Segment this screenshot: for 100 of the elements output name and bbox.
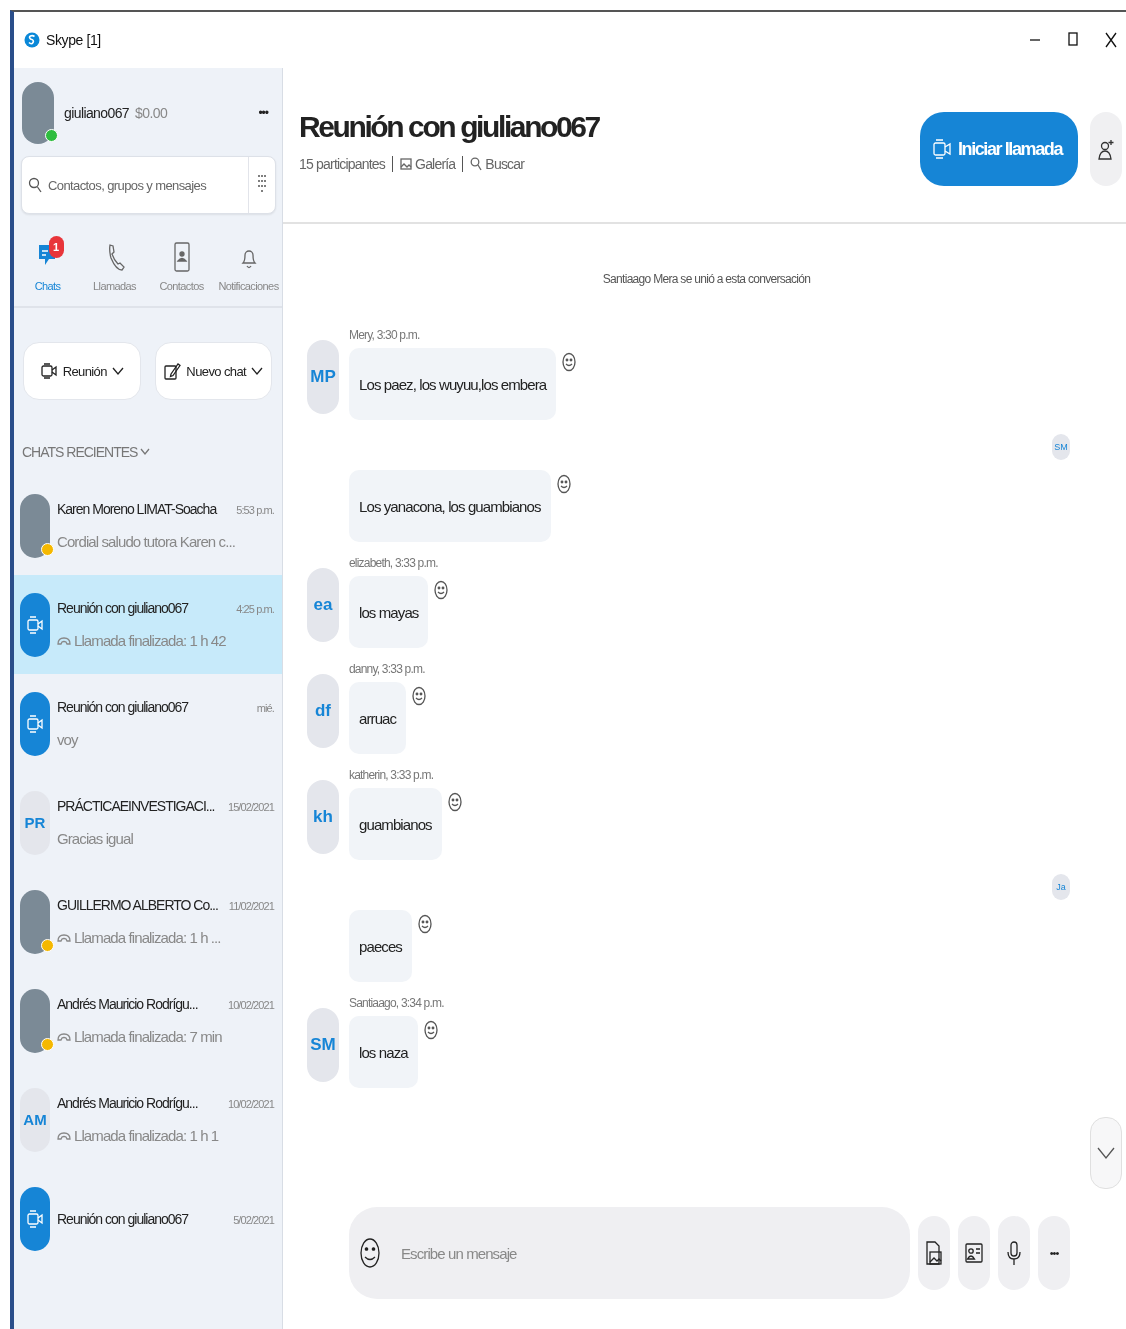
sender-avatar: MP (307, 340, 339, 414)
message-meta: elizabeth, 3:33 p.m. (349, 556, 439, 570)
chevron-down-icon (251, 366, 264, 376)
message-meta: Santiaago, 3:34 p.m. (349, 996, 444, 1010)
message-input-field[interactable]: Escribe un mensaje (399, 1243, 910, 1263)
chat-list-item[interactable]: Reunión con giuliano067 4:25 p.m. Llamada finalizada: 1 h 42 (14, 575, 282, 674)
add-person-icon (1097, 138, 1115, 160)
contact-book-icon (172, 241, 191, 273)
search-icon (28, 176, 42, 194)
video-camera-icon (25, 712, 45, 735)
message-meta: Mery, 3:30 p.m. (349, 328, 421, 342)
avatar-photo (20, 889, 50, 954)
chat-list-item[interactable]: GUILLERMO ALBERTO Co... 11/02/2021 Llamada finalizada: 1 h ... (14, 872, 282, 971)
maximize-icon[interactable] (1066, 32, 1080, 46)
sender-avatar: SM (307, 1008, 339, 1082)
participants-link[interactable]: 15 participantes (299, 156, 386, 172)
chat-time: 11/02/2021 (228, 900, 274, 912)
message-bubble: los naza (349, 1016, 418, 1088)
search-icon (470, 157, 483, 171)
chat-name: PRÁCTICAEINVESTIGACI... (57, 798, 215, 814)
video-camera-icon (25, 1207, 45, 1230)
close-icon[interactable] (1104, 32, 1118, 48)
video-camera-icon (25, 613, 45, 636)
image-icon (400, 158, 413, 170)
section-header[interactable]: CHATS RECIENTES (14, 400, 282, 476)
chat-name: Reunión con giuliano067 (57, 600, 189, 616)
add-participant-button[interactable] (1090, 112, 1122, 186)
chat-name: Reunión con giuliano067 (57, 1210, 189, 1227)
chat-preview: Llamada finalizada: 1 h ... (74, 929, 221, 946)
chat-time: 5:53 p.m. (236, 504, 274, 516)
window-title: Skype [1] (46, 32, 101, 48)
video-camera-icon (39, 361, 58, 381)
sender-avatar: kh (307, 780, 339, 854)
chat-time: 10/02/2021 (227, 999, 274, 1011)
chat-preview: Llamada finalizada: 1 h 1 (74, 1127, 219, 1144)
message-bubble: Los yanacona, los guambianos (349, 470, 551, 542)
emoji-reaction-icon[interactable] (447, 792, 462, 812)
action-button[interactable]: Reunión (23, 342, 141, 400)
chat-preview: voy (57, 731, 78, 748)
chat-name: Andrés Mauricio Rodrígu... (57, 996, 198, 1012)
emoji-reaction-icon[interactable] (556, 474, 571, 494)
message-bubble: los mayas (349, 576, 429, 648)
read-receipt-avatar: SM (1052, 434, 1070, 460)
emoji-reaction-icon[interactable] (412, 686, 427, 706)
skype-logo-icon (24, 30, 40, 50)
chat-name: Reunión con giuliano067 (57, 699, 189, 715)
contact-card-icon (964, 1240, 984, 1266)
avatar-initials: AM (20, 1087, 50, 1152)
chat-time: 10/02/2021 (227, 1098, 274, 1110)
action-button[interactable]: Nuevo chat (154, 342, 272, 400)
conversation-title: Reunión con giuliano067 (299, 110, 599, 144)
send-contact-button[interactable] (958, 1216, 990, 1290)
microphone-icon (1004, 1240, 1024, 1266)
search-link[interactable]: Buscar (470, 156, 525, 172)
message-bubble: arruac (349, 682, 407, 754)
credit-balance: $0.00 (135, 105, 168, 121)
message-meta: katherin, 3:33 p.m. (349, 768, 435, 782)
emoji-reaction-icon[interactable] (418, 914, 432, 934)
video-camera-icon (931, 136, 952, 162)
sender-avatar: ea (307, 568, 339, 642)
emoji-reaction-icon[interactable] (434, 580, 449, 600)
chat-time: 4:25 p.m. (236, 603, 274, 615)
compose-icon (163, 361, 182, 381)
avatar-photo[interactable] (22, 82, 54, 144)
system-message: Santiaago Mera se unió a esta conversación (601, 272, 812, 286)
profile-name: giuliano067 (64, 105, 130, 121)
chat-preview: Gracias igual (57, 830, 133, 847)
chat-time: 15/02/2021 (227, 801, 274, 813)
chat-list-item[interactable]: Reunión con giuliano067 5/02/2021 (14, 1169, 282, 1268)
chat-preview: Cordial saludo tutora Karen c... (57, 533, 235, 550)
chat-list-item[interactable]: AM Andrés Mauricio Rodrígu... 10/02/2021 Llamada finalizada: 1 h 1 (14, 1070, 282, 1169)
notification-badge: 1 (48, 236, 64, 258)
chevron-down-icon (140, 448, 151, 456)
chat-list-item[interactable]: Reunión con giuliano067 mié. voy (14, 674, 282, 773)
more-options-button[interactable]: ••• (1038, 1216, 1070, 1290)
chat-name: Andrés Mauricio Rodrígu... (57, 1095, 198, 1111)
start-call-button[interactable]: Iniciar llamada (919, 112, 1078, 186)
chat-list-item[interactable]: Karen Moreno LIMAT-Soacha 5:53 p.m. Cordial saludo tutora Karen c... (14, 476, 282, 575)
chat-name: GUILLERMO ALBERTO Co... (57, 897, 218, 913)
avatar-initials: PR (20, 790, 50, 855)
chat-preview: Llamada finalizada: 1 h 42 (74, 632, 226, 649)
chat-time: mié. (256, 702, 274, 714)
chat-preview: Llamada finalizada: 7 min (74, 1028, 222, 1045)
gallery-link[interactable]: Galería (400, 156, 456, 172)
voice-message-button[interactable] (998, 1216, 1030, 1290)
read-receipt-avatar: Ja (1052, 874, 1070, 900)
chevron-down-icon (111, 366, 124, 376)
share-media-button[interactable] (918, 1216, 950, 1290)
message-bubble: paeces (349, 910, 412, 982)
message-meta: danny, 3:33 p.m. (349, 662, 426, 676)
more-options-button[interactable]: ••• (252, 106, 274, 120)
avatar-photo (20, 493, 50, 558)
emoji-icon[interactable] (359, 1237, 381, 1269)
chat-list-item[interactable]: Andrés Mauricio Rodrígu... 10/02/2021 Llamada finalizada: 7 min (14, 971, 282, 1070)
emoji-reaction-icon[interactable] (423, 1020, 438, 1040)
chat-list-item[interactable]: PR PRÁCTICAEINVESTIGACI... 15/02/2021 Gracias igual (14, 773, 282, 872)
chat-time: 5/02/2021 (233, 1213, 274, 1226)
image-file-icon (924, 1240, 944, 1266)
emoji-reaction-icon[interactable] (562, 352, 577, 372)
avatar-photo (20, 988, 50, 1053)
